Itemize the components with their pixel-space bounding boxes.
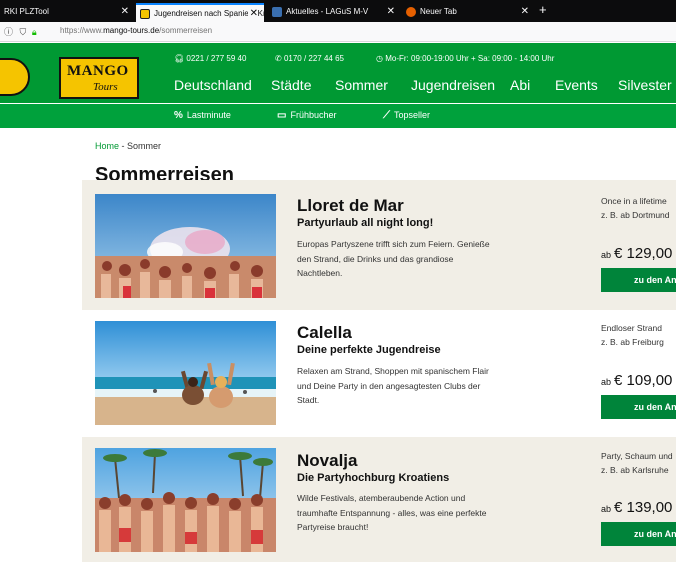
- price-prefix: ab: [601, 377, 612, 387]
- offer-image[interactable]: [95, 321, 276, 425]
- close-icon[interactable]: ✕: [121, 3, 129, 21]
- logo-sun-graphic: [0, 58, 30, 96]
- offer-image[interactable]: [95, 448, 276, 552]
- offer-tagline: Once in a lifetime: [601, 196, 667, 206]
- offer-tagline: Party, Schaum und: [601, 451, 673, 461]
- offer-price: ab € 109,00: [601, 372, 672, 389]
- url-domain: mango-tours.de: [103, 26, 160, 35]
- nav-silvester[interactable]: Silvester: [618, 77, 672, 93]
- price-prefix: ab: [601, 504, 612, 514]
- whatsapp-contact[interactable]: ✆ 0170 / 227 44 65: [275, 54, 344, 63]
- offer-card-novalja: Novalja Die Partyhochburg Kroatiens Wild…: [82, 437, 676, 562]
- offers-button[interactable]: zu den Angeboten: [601, 522, 676, 546]
- price-prefix: ab: [601, 250, 612, 260]
- offer-description: Wilde Festivals, atemberaubende Action u…: [297, 493, 487, 532]
- headset-icon: 🎧︎: [174, 54, 185, 63]
- offer-subtitle: Deine perfekte Jugendreise: [297, 344, 441, 356]
- nav-sommer[interactable]: Sommer: [335, 77, 388, 93]
- offer-description: Europas Partyszene trifft sich zum Feier…: [297, 239, 490, 278]
- mango-favicon-icon: [140, 8, 150, 19]
- price-value: € 109,00: [614, 372, 673, 389]
- info-icon[interactable]: ⓘ: [4, 27, 13, 37]
- breadcrumb-home[interactable]: Home: [95, 141, 119, 151]
- price-value: € 139,00: [614, 499, 673, 516]
- breadcrumb: Home - Sommer: [95, 141, 161, 151]
- offer-card-lloret: Lloret de Mar Partyurlaub all night long…: [82, 180, 676, 310]
- close-icon[interactable]: ✕: [247, 5, 258, 22]
- url-prefix: https://www.: [60, 26, 104, 35]
- subnav-fruehbucher[interactable]: ▭ Frühbucher: [277, 110, 336, 121]
- site-header: MANGO Tours 🎧︎ 0221 / 277 59 40 ✆ 0170 /…: [0, 43, 676, 103]
- calendar-icon: ▭: [277, 110, 287, 121]
- subnav-topseller[interactable]: ⟋ Topseller: [383, 110, 430, 121]
- logo[interactable]: MANGO Tours: [59, 57, 139, 99]
- nav-staedte[interactable]: Städte: [271, 77, 311, 93]
- price-value: € 129,00: [614, 245, 673, 262]
- nav-abi[interactable]: Abi: [510, 77, 530, 93]
- lagus-favicon-icon: [272, 6, 282, 17]
- offer-place[interactable]: Lloret de Mar: [297, 196, 404, 216]
- offer-tagline: Endloser Strand: [601, 323, 662, 333]
- logo-text: MANGO: [67, 63, 129, 79]
- offer-departure: z. B. ab Freiburg: [601, 337, 664, 347]
- lock-icon[interactable]: 🔒︎: [32, 27, 37, 37]
- subnav-label: Lastminute: [186, 110, 231, 120]
- tab-rki-plztool[interactable]: RKI PLZTool ✕: [0, 3, 135, 22]
- nav-deutschland[interactable]: Deutschland: [174, 77, 252, 93]
- offer-price: ab € 139,00: [601, 499, 672, 516]
- breadcrumb-current: Sommer: [127, 141, 162, 151]
- nav-events[interactable]: Events: [555, 77, 598, 93]
- tab-jugendreisen[interactable]: Jugendreisen nach Spanien, Kr ✕: [136, 3, 264, 22]
- offers-button[interactable]: zu den Angeboten: [601, 268, 676, 292]
- percent-icon: %: [174, 110, 183, 121]
- offer-description: Relaxen am Strand, Shoppen mit spanische…: [297, 366, 489, 405]
- offer-subtitle: Die Partyhochburg Kroatiens: [297, 472, 450, 484]
- opening-hours: ◷ Mo-Fr: 09:00-19:00 Uhr + Sa: 09:00 - 1…: [376, 54, 554, 63]
- phone-hotline[interactable]: 🎧︎ 0221 / 277 59 40: [174, 54, 246, 63]
- site-info-icons[interactable]: ⓘ ⛉ 🔒︎: [4, 25, 37, 38]
- close-icon[interactable]: ✕: [387, 3, 395, 21]
- clock-icon: ◷: [376, 54, 383, 63]
- subnav-label: Frühbucher: [290, 110, 337, 120]
- subnav-lastminute[interactable]: % Lastminute: [174, 110, 231, 121]
- offer-departure: z. B. ab Dortmund: [601, 210, 670, 220]
- url-text[interactable]: https://www.mango-tours.de/sommerreisen: [60, 26, 212, 35]
- tab-title: RKI PLZTool: [4, 7, 49, 16]
- close-icon[interactable]: ✕: [521, 3, 529, 21]
- hours-text: Mo-Fr: 09:00-19:00 Uhr + Sa: 09:00 - 14:…: [385, 54, 555, 63]
- offer-image[interactable]: [95, 194, 276, 298]
- whatsapp-icon: ✆: [275, 54, 282, 63]
- offer-place[interactable]: Calella: [297, 323, 352, 343]
- offers-button[interactable]: zu den Angeboten: [601, 395, 676, 419]
- address-bar[interactable]: ⓘ ⛉ 🔒︎ https://www.mango-tours.de/sommer…: [0, 22, 676, 42]
- shield-icon[interactable]: ⛉: [20, 27, 27, 37]
- new-tab-icon[interactable]: +: [539, 2, 547, 17]
- browser-tab-bar: RKI PLZTool ✕ Jugendreisen nach Spanien,…: [0, 0, 676, 22]
- tab-new[interactable]: Neuer Tab ✕: [402, 3, 535, 22]
- mobile-number: 0170 / 227 44 65: [283, 54, 344, 63]
- firefox-favicon-icon: [406, 6, 416, 17]
- offer-price: ab € 129,00: [601, 245, 672, 262]
- phone-number: 0221 / 277 59 40: [186, 54, 247, 63]
- offer-card-calella: Calella Deine perfekte Jugendreise Relax…: [82, 310, 676, 437]
- offer-subtitle: Partyurlaub all night long!: [297, 217, 434, 229]
- sub-navigation: % Lastminute ▭ Frühbucher ⟋ Topseller: [0, 104, 676, 128]
- subnav-label: Topseller: [394, 110, 431, 120]
- chart-up-icon: ⟋: [383, 110, 390, 121]
- nav-jugendreisen[interactable]: Jugendreisen: [411, 77, 495, 93]
- tab-title: Aktuelles - LAGuS M-V: [286, 7, 369, 16]
- tab-title: Neuer Tab: [420, 7, 457, 16]
- breadcrumb-separator: -: [119, 141, 128, 151]
- offer-place[interactable]: Novalja: [297, 451, 357, 471]
- offer-departure: z. B. ab Karlsruhe: [601, 465, 669, 475]
- tab-lagus[interactable]: Aktuelles - LAGuS M-V ✕: [268, 3, 401, 22]
- logo-subtext: Tours: [93, 81, 118, 93]
- url-path: /sommerreisen: [159, 26, 213, 35]
